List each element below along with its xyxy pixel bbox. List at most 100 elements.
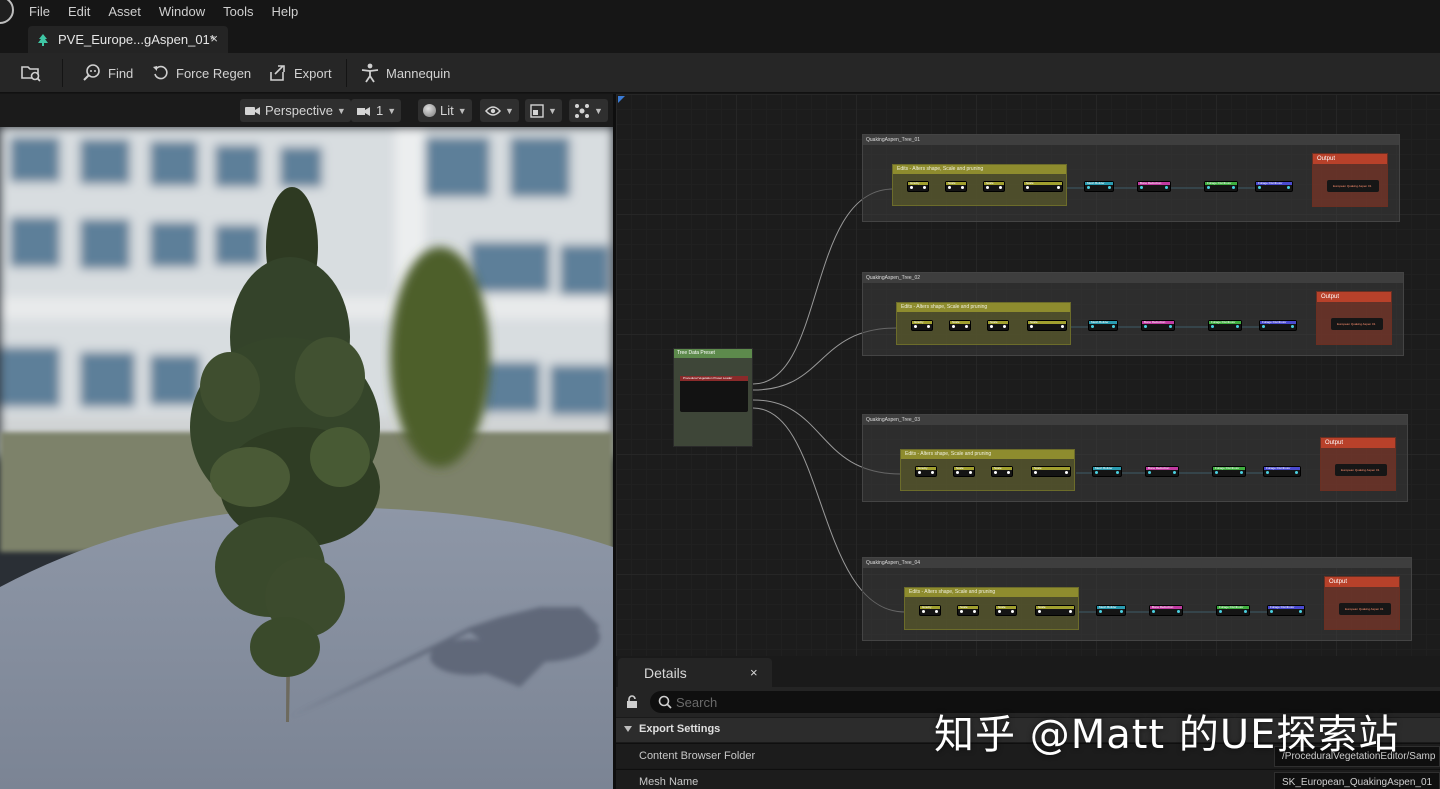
edit-operator-node[interactable]: Scale — [987, 320, 1009, 331]
input-pin[interactable] — [918, 471, 921, 474]
edit-operator-node[interactable]: Scale — [949, 320, 971, 331]
menu-window[interactable]: Window — [150, 3, 214, 20]
output-pin[interactable] — [1108, 186, 1111, 189]
mesh-name-field[interactable] — [1274, 772, 1440, 789]
unreal-logo-icon[interactable] — [0, 0, 14, 24]
edit-operator-node[interactable]: Scale — [983, 181, 1005, 192]
edit-operator-node[interactable]: Scale — [991, 466, 1013, 477]
output-pin[interactable] — [1173, 471, 1176, 474]
lock-icon[interactable] — [626, 695, 638, 709]
viewport-panel[interactable]: Perspective ▼ 1 ▼ Lit ▼ ▼ ▼ ▼ — [0, 94, 613, 789]
input-pin[interactable] — [956, 471, 959, 474]
input-pin[interactable] — [948, 186, 951, 189]
menu-asset[interactable]: Asset — [99, 3, 150, 20]
input-pin[interactable] — [1262, 325, 1265, 328]
pipeline-operator-node[interactable]: Foliage Distributor — [1212, 466, 1246, 477]
menu-tools[interactable]: Tools — [214, 3, 262, 20]
pipeline-operator-node[interactable]: Mesh Builder — [1084, 181, 1114, 192]
input-pin[interactable] — [1026, 186, 1029, 189]
viewport-layout-dropdown[interactable]: ▼ — [525, 99, 562, 122]
pipeline-operator-node[interactable]: Foliage Distributor — [1208, 320, 1242, 331]
edit-operator-node[interactable]: Gravity — [911, 320, 933, 331]
viewport-scene[interactable] — [0, 127, 613, 789]
pipeline-operator-node[interactable]: Bone Reduction — [1149, 605, 1183, 616]
input-pin[interactable] — [1030, 325, 1033, 328]
input-pin[interactable] — [1211, 325, 1214, 328]
menu-file[interactable]: File — [20, 3, 59, 20]
output-pin[interactable] — [923, 186, 926, 189]
input-pin[interactable] — [986, 186, 989, 189]
edit-operator-node[interactable]: Scale — [995, 605, 1017, 616]
edit-operator-node[interactable]: Scale — [953, 466, 975, 477]
pipeline-operator-node[interactable]: Bone Reduction — [1137, 181, 1171, 192]
output-pin[interactable] — [1295, 471, 1298, 474]
input-pin[interactable] — [1099, 610, 1102, 613]
export-button[interactable]: Export — [268, 61, 332, 85]
output-pin[interactable] — [1287, 186, 1290, 189]
menu-edit[interactable]: Edit — [59, 3, 99, 20]
transform-tools-dropdown[interactable]: ▼ — [569, 99, 608, 122]
pipeline-operator-node[interactable]: Mesh Builder — [1092, 466, 1122, 477]
output-pin[interactable] — [1069, 610, 1072, 613]
output-pin[interactable] — [927, 325, 930, 328]
output-pin[interactable] — [931, 471, 934, 474]
input-pin[interactable] — [1095, 471, 1098, 474]
output-pin[interactable] — [1116, 471, 1119, 474]
input-pin[interactable] — [1140, 186, 1143, 189]
input-pin[interactable] — [1258, 186, 1261, 189]
edit-operator-node[interactable]: Gravity — [919, 605, 941, 616]
perspective-dropdown[interactable]: Perspective ▼ — [240, 99, 351, 122]
output-node-tree-01[interactable]: Output European Quaking Aspen 01 — [1312, 153, 1388, 207]
pipeline-operator-node[interactable]: Foliage Distributor — [1216, 605, 1250, 616]
output-pin[interactable] — [1232, 186, 1235, 189]
pipeline-operator-node[interactable]: Bone Reduction — [1141, 320, 1175, 331]
input-pin[interactable] — [1091, 325, 1094, 328]
preset-loader[interactable]: Procedural Vegetation Preset Loader — [680, 376, 748, 412]
input-pin[interactable] — [1034, 471, 1037, 474]
output-pin[interactable] — [1061, 325, 1064, 328]
input-pin[interactable] — [1038, 610, 1041, 613]
input-pin[interactable] — [1207, 186, 1210, 189]
input-pin[interactable] — [998, 610, 1001, 613]
input-pin[interactable] — [990, 325, 993, 328]
mannequin-button[interactable]: Mannequin — [360, 61, 450, 85]
input-pin[interactable] — [1152, 610, 1155, 613]
output-pin[interactable] — [1169, 325, 1172, 328]
output-pin[interactable] — [1244, 610, 1247, 613]
output-pin[interactable] — [1057, 186, 1060, 189]
input-pin[interactable] — [960, 610, 963, 613]
output-pin[interactable] — [1299, 610, 1302, 613]
input-pin[interactable] — [1266, 471, 1269, 474]
output-pin[interactable] — [1003, 325, 1006, 328]
browse-asset-button[interactable] — [20, 61, 48, 85]
force-regen-button[interactable]: Force Regen — [152, 61, 251, 85]
pipeline-operator-node[interactable]: Foliage Distributor — [1255, 181, 1293, 192]
pipeline-operator-node[interactable]: Bone Reduction — [1145, 466, 1179, 477]
input-pin[interactable] — [994, 471, 997, 474]
node-graph-panel[interactable]: Tree Data Preset Procedural Vegetation P… — [616, 94, 1440, 656]
edit-operator-node[interactable]: Gravity — [915, 466, 937, 477]
output-pin[interactable] — [1065, 471, 1068, 474]
pipeline-operator-node[interactable]: Foliage Distributor — [1267, 605, 1305, 616]
view-mode-dropdown[interactable]: Lit ▼ — [418, 99, 472, 122]
edit-operator-node[interactable]: Scale — [1031, 466, 1071, 477]
output-pin[interactable] — [999, 186, 1002, 189]
tree-data-preset-node[interactable]: Tree Data Preset Procedural Vegetation P… — [673, 348, 753, 447]
find-button[interactable]: Find — [82, 61, 133, 85]
output-pin[interactable] — [1236, 325, 1239, 328]
pipeline-operator-node[interactable]: Mesh Builder — [1096, 605, 1126, 616]
output-pin[interactable] — [965, 325, 968, 328]
details-tab[interactable]: Details × — [618, 658, 772, 687]
document-tab[interactable]: PVE_Europe...gAspen_01* × — [28, 26, 228, 53]
edit-operator-node[interactable]: Scale — [1023, 181, 1063, 192]
output-pin[interactable] — [1291, 325, 1294, 328]
output-node-tree-02[interactable]: Output European Quaking Aspen 01 — [1316, 291, 1392, 345]
camera-speed-dropdown[interactable]: 1 ▼ — [351, 99, 402, 122]
output-pin[interactable] — [969, 471, 972, 474]
edit-operator-node[interactable]: Scale — [1035, 605, 1075, 616]
output-pin[interactable] — [1011, 610, 1014, 613]
tab-close-button[interactable]: × — [210, 31, 218, 46]
input-pin[interactable] — [910, 186, 913, 189]
edit-operator-node[interactable]: Gravity — [907, 181, 929, 192]
input-pin[interactable] — [952, 325, 955, 328]
